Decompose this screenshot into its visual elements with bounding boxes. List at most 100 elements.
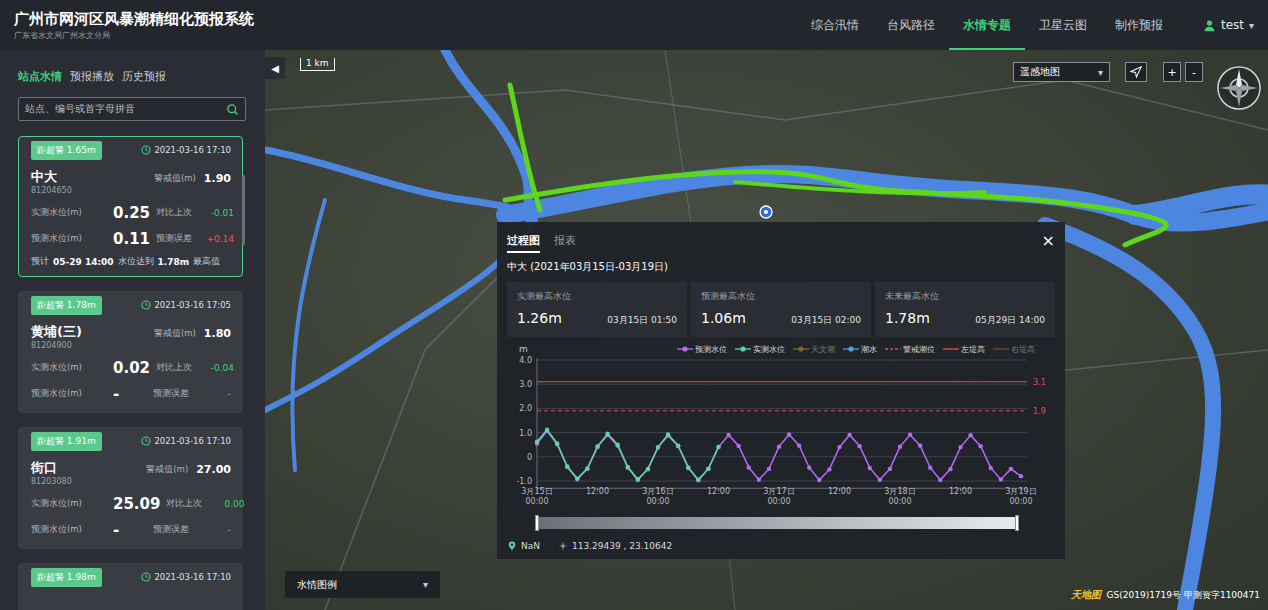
series-point[interactable] — [989, 466, 993, 470]
series-point[interactable] — [716, 445, 720, 449]
series-point[interactable] — [918, 443, 922, 447]
slider-handle[interactable] — [1015, 515, 1019, 531]
close-button[interactable]: × — [1042, 233, 1055, 249]
user-name: test — [1221, 18, 1244, 32]
legend-item[interactable]: 右堤高 — [993, 344, 1035, 355]
alert-badge: 距超警 1.78m — [31, 296, 102, 315]
series-point[interactable] — [656, 445, 660, 449]
legend-item[interactable]: 天文潮 — [793, 344, 835, 355]
nav-item[interactable]: 台风路径 — [873, 0, 949, 50]
legend-item[interactable]: 左堤高 — [943, 344, 985, 355]
series-point[interactable] — [857, 444, 861, 448]
sidebar-tab[interactable]: 历史预报 — [122, 70, 166, 83]
compass-icon[interactable] — [1216, 65, 1262, 111]
series-point[interactable] — [686, 465, 690, 469]
station-card[interactable]: 距超警 1.91m 2021-03-16 17:10 街口 81203080 警… — [18, 427, 243, 549]
series-point[interactable] — [787, 432, 791, 436]
series-point[interactable] — [636, 478, 640, 482]
zoom-button[interactable]: + — [1163, 62, 1181, 82]
collapse-button[interactable]: ◀ — [265, 57, 285, 79]
series-point[interactable] — [666, 432, 670, 436]
locate-button[interactable] — [1125, 62, 1147, 82]
series-point[interactable] — [636, 477, 640, 481]
series-point[interactable] — [898, 444, 902, 448]
legend-marker-icon — [677, 345, 693, 353]
series-point[interactable] — [545, 427, 549, 431]
legend-dropdown[interactable]: 水情图例▾ — [285, 571, 440, 598]
series-point[interactable] — [888, 467, 892, 471]
clock-icon — [141, 436, 151, 446]
search-icon[interactable] — [226, 103, 239, 116]
y-axis — [537, 358, 538, 488]
x-tick: 12:00 — [707, 487, 730, 496]
series-point[interactable] — [1019, 474, 1023, 478]
map[interactable]: ◀ 1 km 遥感地图▾ +- 水情图例▾ 天地图 GS(2019)1719号 … — [265, 50, 1268, 610]
series-point[interactable] — [575, 476, 579, 480]
series-point[interactable] — [978, 444, 982, 448]
series-point[interactable] — [605, 432, 609, 436]
series-point[interactable] — [928, 465, 932, 469]
card-header: 距超警 1.98m 2021-03-16 17:10 — [31, 567, 231, 587]
slider-handle[interactable] — [535, 515, 539, 531]
legend-item[interactable]: 预测水位 — [677, 344, 727, 355]
legend-item[interactable]: 潮水 — [843, 344, 877, 355]
user-menu[interactable]: test ▾ — [1203, 18, 1254, 32]
series-point[interactable] — [767, 467, 771, 471]
station-marker-icon[interactable] — [759, 205, 773, 219]
sidebar-tab[interactable]: 站点水情 — [18, 70, 62, 83]
series-point[interactable] — [948, 467, 952, 471]
series-point[interactable] — [878, 478, 882, 482]
series-point[interactable] — [968, 433, 972, 437]
nav-item[interactable]: 制作预报 — [1101, 0, 1177, 50]
legend-item[interactable]: 警戒潮位 — [885, 344, 935, 355]
series-point[interactable] — [726, 433, 730, 437]
series-point[interactable] — [908, 433, 912, 437]
series-point[interactable] — [555, 441, 559, 445]
popup-tab[interactable]: 过程图 — [507, 233, 540, 253]
series-point[interactable] — [736, 444, 740, 448]
nav-item[interactable]: 卫星云图 — [1025, 0, 1101, 50]
series-point[interactable] — [706, 466, 710, 470]
series-point[interactable] — [565, 464, 569, 468]
series-point[interactable] — [958, 445, 962, 449]
sidebar-tab[interactable]: 预报播放 — [70, 70, 114, 83]
series-point[interactable] — [797, 443, 801, 447]
legend-item[interactable]: 实测水位 — [735, 344, 785, 355]
series-point[interactable] — [837, 445, 841, 449]
series-point[interactable] — [807, 465, 811, 469]
series-point[interactable] — [575, 477, 579, 481]
series-point[interactable] — [847, 433, 851, 437]
app: 广州市网河区风暴潮精细化预报系统 广东省水文局广州水文分局 综合汛情台风路径水情… — [0, 0, 1268, 610]
time-range-slider[interactable] — [537, 517, 1017, 529]
series-point[interactable] — [999, 477, 1003, 481]
nav-item[interactable]: 综合汛情 — [797, 0, 873, 50]
series-point[interactable] — [585, 466, 589, 470]
series-point[interactable] — [676, 443, 680, 447]
nav-item[interactable]: 水情专题 — [949, 0, 1025, 50]
threshold-label: 3.1 — [1033, 378, 1046, 387]
station-card[interactable]: 距超警 1.78m 2021-03-16 17:05 黄埔(三) 8120490… — [18, 291, 243, 413]
series-point[interactable] — [938, 478, 942, 482]
zoom-button[interactable]: - — [1185, 62, 1203, 82]
series-point[interactable] — [696, 478, 700, 482]
series-point[interactable] — [1009, 467, 1013, 471]
series-point[interactable] — [827, 467, 831, 471]
series-point[interactable] — [535, 440, 539, 444]
series-point[interactable] — [747, 465, 751, 469]
series-point[interactable] — [777, 444, 781, 448]
station-card[interactable]: 距超警 1.65m 2021-03-16 17:10 中大 81204650 警… — [18, 136, 243, 277]
search-field[interactable]: 站点、编号或首字母拼音 — [18, 97, 246, 121]
series-point[interactable] — [696, 478, 700, 482]
series-point[interactable] — [868, 466, 872, 470]
series-point[interactable] — [595, 444, 599, 448]
series-point[interactable] — [817, 478, 821, 482]
station-card[interactable]: 距超警 1.98m 2021-03-16 17:10 — [18, 563, 243, 610]
series-point[interactable] — [626, 465, 630, 469]
scrollbar-thumb[interactable] — [242, 175, 245, 245]
series-point[interactable] — [646, 467, 650, 471]
series-point[interactable] — [615, 443, 619, 447]
popup-tab[interactable]: 报表 — [554, 233, 576, 253]
station-code: 81204900 — [31, 340, 82, 351]
layer-select[interactable]: 遥感地图▾ — [1013, 62, 1110, 82]
series-point[interactable] — [757, 478, 761, 482]
